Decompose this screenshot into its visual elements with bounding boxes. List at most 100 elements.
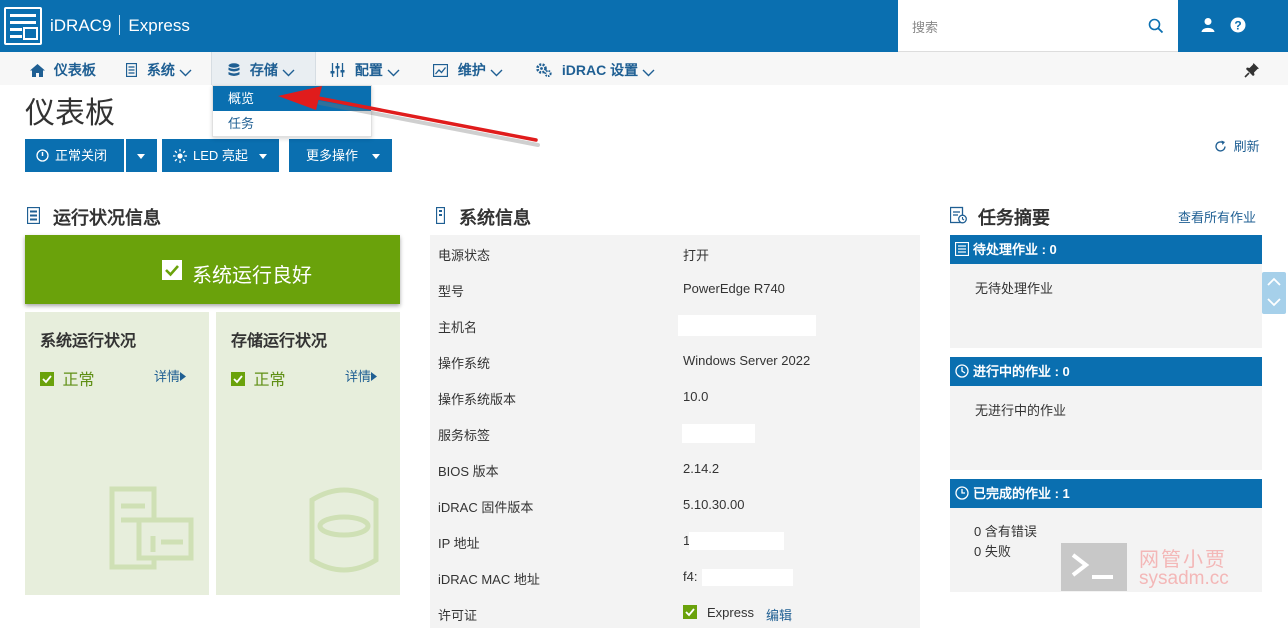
info-key: 操作系统版本: [438, 392, 517, 407]
health-report-icon: [27, 207, 40, 224]
chevron-down-icon[interactable]: [1267, 298, 1281, 307]
caret-right-icon: [371, 372, 378, 381]
storage-health-status-text: 正常: [253, 372, 286, 389]
info-value: PowerEdge R740: [683, 281, 785, 296]
nav-storage-label: 存储: [249, 62, 278, 78]
search-icon[interactable]: [1148, 18, 1164, 34]
power-icon: [36, 149, 49, 162]
sliders-icon: [330, 63, 345, 77]
page-title: 仪表板: [25, 97, 115, 130]
terminal-icon: [1061, 543, 1127, 591]
refresh-link[interactable]: 刷新: [1214, 136, 1260, 155]
system-health-status-text: 正常: [62, 372, 95, 389]
details-label: 详情: [345, 369, 372, 384]
brand-title: iDRAC9 Express: [50, 15, 190, 36]
pending-jobs-text: 无待处理作业: [975, 281, 1054, 296]
list-icon: [955, 242, 969, 256]
server-watermark-icon: [109, 486, 194, 570]
top-icons: ?: [1200, 17, 1246, 38]
chevron-down-icon: [387, 69, 400, 77]
main-nav: 仪表板 系统 存储 配置 维护 iDRAC 设置: [0, 52, 1288, 85]
running-jobs-body: 无进行中的作业: [950, 386, 1262, 470]
storage-health-title: 存储运行状况: [231, 333, 328, 350]
system-health-text: 系统运行良好: [192, 265, 312, 287]
home-icon: [30, 64, 45, 77]
task-summary-title: 任务摘要: [978, 208, 1050, 228]
completed-errors-text: 0 含有错误: [974, 524, 1037, 539]
led-on-button[interactable]: LED 亮起: [162, 139, 279, 172]
info-key: 许可证: [438, 608, 478, 623]
graceful-shutdown-label: 正常关闭: [55, 148, 108, 163]
system-health-details-link[interactable]: 详情: [154, 366, 187, 385]
storage-health-status: 正常: [231, 366, 285, 390]
caret-down-icon: [372, 154, 380, 159]
info-row-service-tag: 服务标签: [430, 415, 920, 451]
nav-maintenance[interactable]: 维护: [432, 52, 503, 85]
nav-system-label: 系统: [146, 62, 175, 78]
running-jobs-count: 进行中的作业 : 0: [973, 364, 1070, 379]
storage-health-card: 存储运行状况 正常 详情: [216, 312, 400, 595]
info-row-idrac-firmware: iDRAC 固件版本 5.10.30.00: [430, 487, 920, 523]
info-key: 型号: [438, 284, 465, 299]
search-box: [898, 0, 1178, 52]
database-icon: [228, 63, 240, 76]
refresh-icon: [1215, 140, 1226, 152]
task-summary-icon: [950, 206, 967, 224]
chevron-down-icon: [179, 69, 192, 77]
info-value: 5.10.30.00: [683, 497, 745, 512]
redaction-block: [682, 424, 755, 443]
caret-down-icon: [259, 154, 267, 159]
info-row-os: 操作系统 Windows Server 2022: [430, 343, 920, 379]
led-sun-icon: [173, 149, 187, 163]
svg-text:?: ?: [1235, 19, 1242, 33]
storage-health-details-link[interactable]: 详情: [345, 366, 378, 385]
nav-dashboard[interactable]: 仪表板: [30, 52, 96, 85]
view-all-jobs-link[interactable]: 查看所有作业: [1178, 207, 1256, 226]
search-input[interactable]: [912, 16, 1132, 38]
redaction-block: [689, 532, 784, 550]
chevron-down-icon: [282, 69, 295, 77]
completed-jobs-header: 已完成的作业 : 1: [950, 479, 1262, 508]
pending-jobs-count: 待处理作业 : 0: [973, 242, 1057, 257]
running-jobs-header: 进行中的作业 : 0: [950, 357, 1262, 386]
info-value: 10.0: [683, 389, 709, 404]
chevron-down-icon: [642, 69, 655, 77]
nav-maintenance-label: 维护: [457, 62, 486, 78]
info-row-model: 型号 PowerEdge R740: [430, 271, 920, 307]
chevron-up-icon[interactable]: [1267, 277, 1281, 286]
help-icon[interactable]: ?: [1230, 17, 1246, 33]
system-health-status: 正常: [40, 366, 94, 390]
info-key: 服务标签: [438, 428, 491, 443]
nav-idrac-settings[interactable]: iDRAC 设置: [536, 52, 655, 85]
system-health-title: 系统运行状况: [40, 333, 137, 350]
annotation-arrow: [278, 86, 540, 147]
pending-jobs-body: 无待处理作业: [950, 264, 1262, 348]
pending-jobs-header: 待处理作业 : 0: [950, 235, 1262, 264]
info-value: 打开: [683, 248, 710, 263]
nav-storage[interactable]: 存储: [211, 52, 316, 85]
info-key: 主机名: [438, 320, 478, 335]
pin-icon[interactable]: [1244, 62, 1260, 78]
nav-system[interactable]: 系统: [125, 52, 192, 85]
info-row-license: 许可证 Express 编辑: [430, 595, 920, 631]
checkbox-checked-icon: [40, 372, 54, 386]
shutdown-dropdown-button[interactable]: [126, 139, 157, 172]
info-row-os-version: 操作系统版本 10.0: [430, 379, 920, 415]
license-value: Express: [707, 605, 754, 620]
app-edition: Express: [128, 16, 190, 35]
license-edit-link[interactable]: 编辑: [766, 605, 792, 624]
checkbox-checked-icon: [231, 372, 245, 386]
nav-idrac-settings-label: iDRAC 设置: [561, 62, 639, 78]
completed-failed-text: 0 失败: [974, 544, 1011, 559]
led-on-label: LED 亮起: [193, 148, 248, 163]
chart-window-icon: [432, 63, 449, 78]
user-icon[interactable]: [1200, 17, 1216, 33]
progress-clock-icon: [955, 364, 969, 378]
gears-icon: [536, 63, 552, 78]
nav-configuration[interactable]: 配置: [330, 52, 400, 85]
graceful-shutdown-button[interactable]: 正常关闭: [25, 139, 124, 172]
running-jobs-text: 无进行中的作业: [975, 403, 1067, 418]
scroll-buttons: [1262, 272, 1286, 314]
info-key: 操作系统: [438, 356, 491, 371]
system-health-banner: 系统运行良好: [25, 235, 400, 304]
